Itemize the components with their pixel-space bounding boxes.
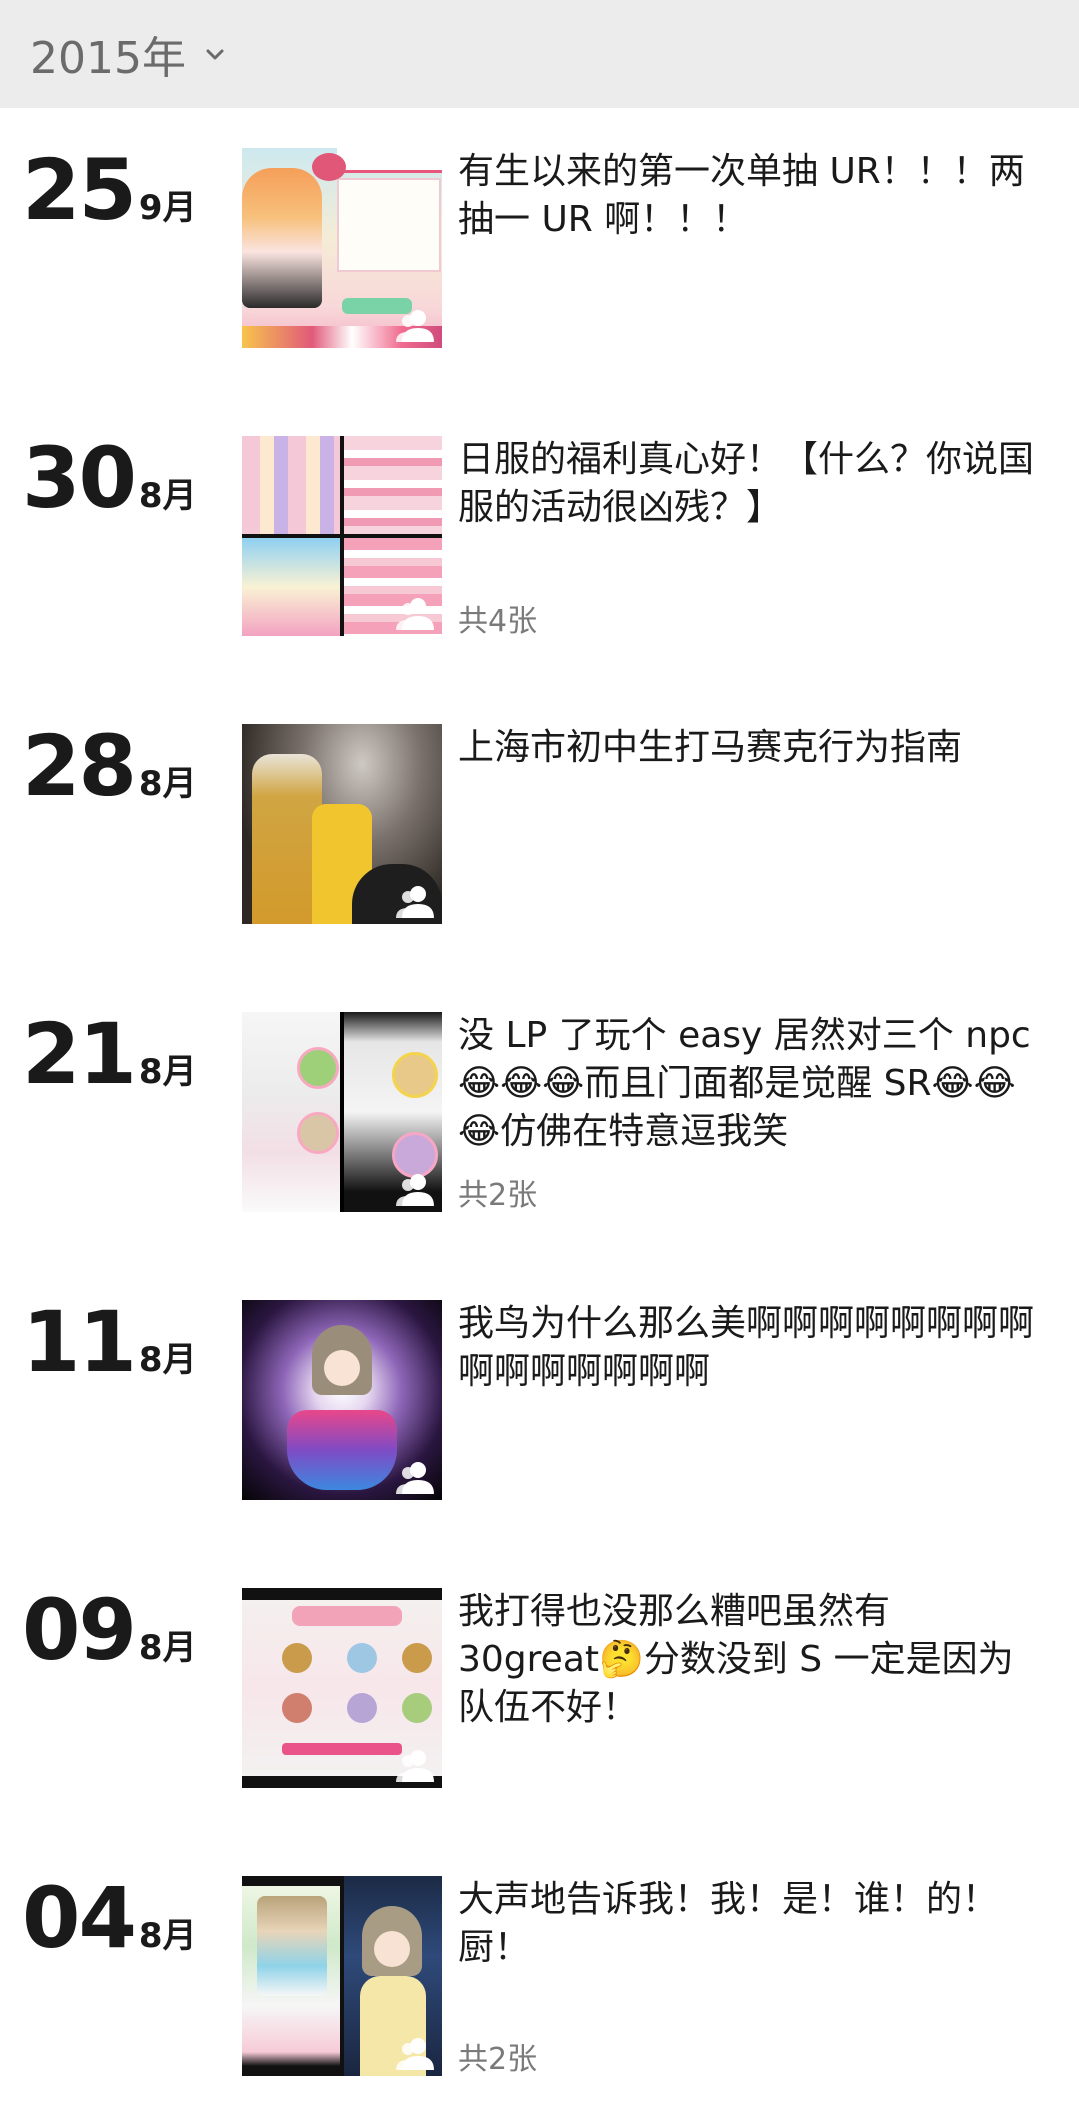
- thinking-emoji: 🤔: [599, 1639, 644, 1680]
- people-icon: [396, 310, 434, 342]
- post-thumbnail[interactable]: [242, 1300, 442, 1500]
- post-day: 04: [22, 1869, 137, 1967]
- post-day: 30: [22, 429, 137, 527]
- post-text: 我鸟为什么那么美啊啊啊啊啊啊啊啊啊啊啊啊啊啊啊: [458, 1303, 1035, 1392]
- post-item[interactable]: 04 8月 大声地告诉我！我！是！谁！的！厨！ 共2张: [0, 1876, 1079, 2077]
- post-item[interactable]: 11 8月 我鸟为什么那么美啊啊啊啊啊啊啊啊啊啊啊啊啊啊啊: [0, 1300, 1079, 1500]
- post-text-part: 没 LP 了玩个 easy 居然对三个 npc: [458, 1015, 1031, 1056]
- post-date: 25 9月: [22, 148, 197, 268]
- post-thumbnail[interactable]: [242, 1588, 442, 1788]
- post-date: 28 8月: [22, 724, 197, 844]
- post-date: 04 8月: [22, 1876, 197, 1996]
- post-thumbnail[interactable]: [242, 724, 442, 924]
- image-count: 共2张: [458, 1178, 538, 1213]
- post-month: 9月: [138, 188, 197, 228]
- post-thumbnail[interactable]: [242, 148, 442, 348]
- people-icon: [396, 2038, 434, 2070]
- year-label: 2015年: [30, 33, 186, 84]
- year-selector[interactable]: 2015年: [0, 0, 1079, 108]
- post-text: 大声地告诉我！我！是！谁！的！厨！: [458, 1879, 999, 1968]
- post-day: 21: [22, 1005, 137, 1103]
- post-item[interactable]: 25 9月 有生以来的第一次单抽 UR！！！两抽一 UR 啊！！！: [0, 148, 1079, 348]
- post-day: 09: [22, 1581, 137, 1679]
- post-thumbnail[interactable]: [242, 1876, 442, 2076]
- post-text: 日服的福利真心好！【什么？你说国服的活动很凶残？】: [458, 439, 1035, 528]
- post-date: 09 8月: [22, 1588, 197, 1708]
- post-date: 21 8月: [22, 1012, 197, 1132]
- post-date: 30 8月: [22, 436, 197, 556]
- post-item[interactable]: 09 8月 我打得也没那么糟吧虽然有 30great🤔分数没到 S 一定是因为队…: [0, 1588, 1079, 1788]
- post-text: 上海市初中生打马赛克行为指南: [458, 727, 963, 768]
- post-month: 8月: [138, 1052, 197, 1092]
- image-count: 共4张: [458, 604, 538, 639]
- post-text: 有生以来的第一次单抽 UR！！！两抽一 UR 啊！！！: [458, 151, 1025, 240]
- post-item[interactable]: 30 8月 日服的福利真心好！【什么？你说国服的活动很凶残？】 共4张: [0, 436, 1079, 639]
- people-icon: [396, 598, 434, 630]
- post-item[interactable]: 21 8月 没 LP 了玩个 easy 居然对三个 npc 😂😂😂而且门面都是觉…: [0, 1012, 1079, 1213]
- post-text: 我打得也没那么糟吧虽然有 30great🤔分数没到 S 一定是因为队伍不好！: [458, 1588, 1038, 1732]
- post-text-part: 仿佛在特意逗我笑: [500, 1111, 789, 1152]
- people-icon: [396, 1174, 434, 1206]
- post-month: 8月: [138, 764, 197, 804]
- image-count: 共2张: [458, 2042, 538, 2077]
- laughing-emoji-group: 😂😂😂: [458, 1063, 585, 1104]
- post-thumbnail[interactable]: [242, 1012, 442, 1212]
- post-day: 25: [22, 141, 137, 239]
- post-month: 8月: [138, 1916, 197, 1956]
- post-month: 8月: [138, 476, 197, 516]
- post-thumbnail[interactable]: [242, 436, 442, 636]
- post-day: 28: [22, 717, 137, 815]
- post-text: 没 LP 了玩个 easy 居然对三个 npc 😂😂😂而且门面都是觉醒 SR😂😂…: [458, 1012, 1038, 1156]
- post-item[interactable]: 28 8月 上海市初中生打马赛克行为指南: [0, 724, 1079, 924]
- post-day: 11: [22, 1293, 137, 1391]
- chevron-down-icon: [204, 43, 226, 65]
- post-month: 8月: [138, 1340, 197, 1380]
- people-icon: [396, 1462, 434, 1494]
- people-icon: [396, 886, 434, 918]
- post-date: 11 8月: [22, 1300, 197, 1420]
- people-icon: [396, 1750, 434, 1782]
- post-month: 8月: [138, 1628, 197, 1668]
- post-text-part: 而且门面都是觉醒 SR: [584, 1063, 932, 1104]
